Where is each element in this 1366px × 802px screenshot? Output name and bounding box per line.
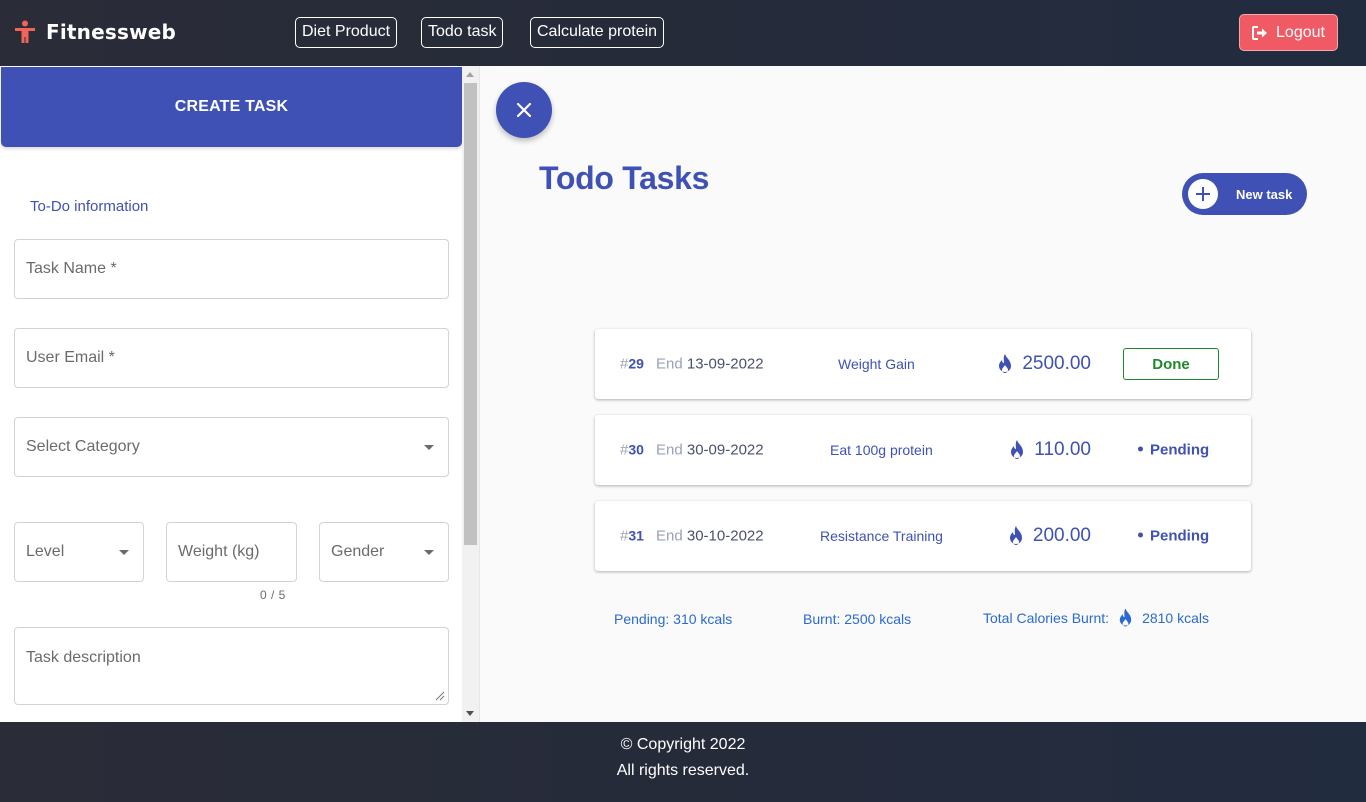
task-end-date: End 30-10-2022 — [656, 527, 764, 545]
page-title: Todo Tasks — [539, 160, 710, 196]
new-task-label: New task — [1236, 186, 1293, 202]
nav-diet-product[interactable]: Diet Product — [295, 17, 398, 48]
top-navbar: Fitnessweb Diet Product Todo task Calcul… — [0, 0, 1366, 66]
category-select[interactable]: Select Category — [14, 417, 449, 477]
brand[interactable]: Fitnessweb — [14, 20, 176, 44]
flame-icon — [1009, 526, 1022, 545]
logout-button[interactable]: Logout — [1239, 14, 1338, 51]
task-category: Weight Gain — [838, 356, 915, 372]
task-end-date: End 13-09-2022 — [656, 355, 764, 373]
chevron-down-icon — [424, 445, 434, 450]
task-calories: 2500.00 — [996, 353, 1091, 375]
task-end-date: End 30-09-2022 — [656, 441, 764, 459]
status-badge-pending[interactable]: Pending — [1138, 442, 1209, 459]
plus-icon — [1188, 179, 1218, 209]
pending-summary: Pending: 310 kcals — [614, 611, 733, 627]
weight-field[interactable]: Weight (kg) — [166, 522, 297, 582]
user-email-field[interactable]: User Email * — [14, 328, 449, 388]
panel-scrollbar[interactable] — [462, 66, 479, 722]
scroll-thumb[interactable] — [464, 83, 477, 545]
resize-handle-icon[interactable] — [435, 691, 445, 701]
footer-copyright: © Copyright 2022 — [620, 736, 746, 753]
task-name-placeholder: Task Name * — [26, 260, 117, 277]
brand-name: Fitnessweb — [46, 20, 177, 44]
chevron-down-icon — [424, 550, 434, 555]
burnt-summary: Burnt: 2500 kcals — [803, 611, 912, 627]
chevron-down-icon — [119, 550, 129, 555]
section-label: To-Do information — [30, 198, 149, 215]
task-number: #29 — [620, 355, 644, 373]
task-calories: 110.00 — [1008, 439, 1091, 461]
weight-placeholder: Weight (kg) — [178, 543, 260, 560]
task-category: Resistance Training — [820, 528, 943, 544]
level-placeholder: Level — [26, 543, 65, 560]
category-placeholder: Select Category — [26, 438, 140, 455]
footer: © Copyright 2022 All rights reserved. — [0, 722, 1366, 802]
task-calories: 200.00 — [1007, 525, 1091, 547]
task-description-placeholder: Task description — [26, 649, 141, 666]
total-value: 2810 kcals — [1142, 610, 1209, 626]
nav-calculate-protein[interactable]: Calculate protein — [530, 17, 665, 48]
create-task-panel: CREATE TASK To-Do information Task Name … — [0, 66, 480, 722]
task-card[interactable]: #29 End 13-09-2022 Weight Gain 2500.00 D… — [595, 329, 1251, 399]
logout-icon — [1252, 25, 1268, 40]
task-number: #30 — [620, 441, 644, 459]
flame-icon — [1011, 440, 1024, 459]
user-email-placeholder: User Email * — [26, 349, 115, 366]
total-label: Total Calories Burnt: — [983, 610, 1110, 626]
gender-placeholder: Gender — [331, 543, 385, 560]
close-panel-button[interactable] — [496, 82, 552, 138]
flame-icon — [1119, 608, 1132, 627]
status-badge-pending[interactable]: Pending — [1138, 528, 1209, 545]
task-number: #31 — [620, 527, 644, 545]
total-summary: Total Calories Burnt: 2810 kcals — [983, 608, 1209, 628]
task-name-field[interactable]: Task Name * — [14, 239, 449, 299]
create-task-header: CREATE TASK — [1, 67, 462, 147]
status-badge-done[interactable]: Done — [1123, 348, 1219, 380]
flame-icon — [999, 354, 1012, 373]
level-select[interactable]: Level — [14, 522, 144, 582]
gender-select[interactable]: Gender — [319, 522, 449, 582]
task-description-field[interactable]: Task description — [14, 627, 449, 705]
weight-char-counter: 0 / 5 — [260, 588, 286, 602]
task-card[interactable]: #30 End 30-09-2022 Eat 100g protein 110.… — [595, 415, 1251, 485]
new-task-button[interactable]: New task — [1182, 173, 1307, 215]
task-category: Eat 100g protein — [830, 442, 933, 458]
nav-todo-task[interactable]: Todo task — [421, 17, 504, 48]
logout-label: Logout — [1276, 23, 1325, 41]
scroll-down-icon[interactable] — [466, 711, 474, 716]
task-card[interactable]: #31 End 30-10-2022 Resistance Training 2… — [595, 501, 1251, 571]
footer-rights: All rights reserved. — [616, 762, 750, 779]
scroll-up-icon[interactable] — [466, 72, 474, 77]
person-icon — [15, 20, 35, 43]
close-icon — [516, 102, 532, 118]
